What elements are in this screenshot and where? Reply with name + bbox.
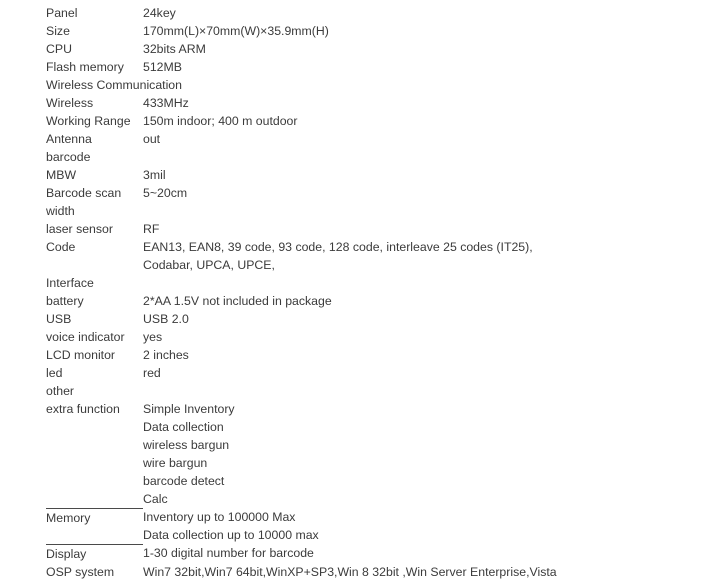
table-row: Antenna out	[46, 130, 726, 148]
table-row: laser sensor RF	[46, 220, 726, 238]
spec-label: OSP system	[46, 564, 115, 579]
table-row: voice indicator yes	[46, 328, 726, 346]
spec-label: Working Range	[46, 114, 131, 128]
spec-value: yes	[143, 330, 163, 344]
spec-value: 512MB	[143, 60, 182, 74]
extra-function-list: Simple Inventory Data collection wireles…	[143, 400, 726, 508]
spec-label: Size	[46, 24, 70, 38]
spec-label-extra-function: extra function	[46, 400, 143, 509]
spec-label-line-2: width	[46, 204, 75, 218]
spec-label: USB	[46, 312, 72, 326]
table-row: Panel 24key	[46, 4, 726, 22]
spec-value	[143, 274, 726, 292]
table-row: battery 2*AA 1.5V not included in packag…	[46, 292, 726, 310]
table-row: USB USB 2.0	[46, 310, 726, 328]
spec-value-line-1: EAN13, EAN8, 39 code, 93 code, 128 code,…	[143, 240, 533, 254]
spec-label: barcode	[46, 150, 91, 164]
spec-value	[143, 148, 726, 166]
spec-label: Antenna	[46, 132, 92, 146]
table-row-memory: Memory Inventory up to 100000 Max Data c…	[46, 508, 726, 545]
table-row: led red	[46, 364, 726, 382]
spec-label-line-1: Barcode scan	[46, 186, 122, 200]
spec-value: 1-30 digital number for barcode	[143, 546, 314, 560]
table-row: LCD monitor 2 inches	[46, 346, 726, 364]
table-row: Flash memory 512MB	[46, 58, 726, 76]
spec-label: Barcode scan width	[46, 184, 143, 220]
list-item: Calc	[143, 492, 168, 506]
specification-table: Panel 24key Size 170mm(L)×70mm(W)×35.9mm…	[46, 4, 726, 581]
spec-value: 3mil	[143, 168, 166, 182]
spec-label: Panel	[46, 6, 78, 20]
table-row-extra-function: extra function Simple Inventory Data col…	[46, 400, 726, 509]
list-item: Data collection up to 10000 max	[143, 528, 319, 542]
spec-value: EAN13, EAN8, 39 code, 93 code, 128 code,…	[143, 238, 726, 274]
spec-label: other	[46, 384, 75, 398]
spec-value: 32bits ARM	[143, 42, 206, 56]
spec-label-memory: Memory	[46, 508, 143, 545]
table-row-barcode-scan-width: Barcode scan width 5~20cm	[46, 184, 726, 220]
list-item: Inventory up to 100000 Max	[143, 510, 296, 524]
table-row: other	[46, 382, 726, 400]
spec-value: 2 inches	[143, 348, 189, 362]
spec-label: Code	[46, 240, 76, 254]
table-row: barcode	[46, 148, 726, 166]
spec-value: 5~20cm	[143, 186, 188, 200]
spec-value-memory: Inventory up to 100000 Max Data collecti…	[143, 508, 726, 544]
spec-label: MBW	[46, 168, 77, 182]
spec-label: voice indicator	[46, 330, 125, 344]
table-row: Size 170mm(L)×70mm(W)×35.9mm(H)	[46, 22, 726, 40]
spec-label: Wireless Communication	[46, 78, 182, 92]
spec-value-extra-function: Simple Inventory Data collection wireles…	[143, 400, 726, 508]
spec-value: 24key	[143, 6, 176, 20]
spec-value-line-2: Codabar, UPCA, UPCE,	[143, 258, 275, 272]
table-row-display: Display 1-30 digital number for barcode	[46, 544, 726, 563]
table-row: CPU 32bits ARM	[46, 40, 726, 58]
spec-value: 2*AA 1.5V not included in package	[143, 294, 332, 308]
spec-value	[143, 382, 726, 400]
spec-label: led	[46, 366, 63, 380]
spec-value: 170mm(L)×70mm(W)×35.9mm(H)	[143, 24, 329, 38]
spec-label: CPU	[46, 42, 72, 56]
table-row: Working Range 150m indoor; 400 m outdoor	[46, 112, 726, 130]
spec-label: laser sensor	[46, 222, 113, 236]
spec-label: battery	[46, 294, 84, 308]
spec-label: Wireless	[46, 96, 94, 110]
table-row-osp-system: OSP system Win7 32bit,Win7 64bit,WinXP+S…	[46, 563, 726, 581]
spec-value: RF	[143, 222, 160, 236]
memory-list: Inventory up to 100000 Max Data collecti…	[143, 508, 726, 544]
spec-label: Interface	[46, 276, 94, 290]
specification-sheet: Panel 24key Size 170mm(L)×70mm(W)×35.9mm…	[0, 0, 726, 579]
spec-label: Flash memory	[46, 60, 124, 74]
table-row-code: Code EAN13, EAN8, 39 code, 93 code, 128 …	[46, 238, 726, 274]
table-row: Interface	[46, 274, 726, 292]
specification-table-body: Panel 24key Size 170mm(L)×70mm(W)×35.9mm…	[46, 4, 726, 581]
list-item: wireless bargun	[143, 438, 230, 452]
spec-value: 150m indoor; 400 m outdoor	[143, 114, 298, 128]
spec-label: Display	[46, 546, 87, 561]
list-item: Data collection	[143, 420, 224, 434]
spec-value: red	[143, 366, 161, 380]
spec-value: out	[143, 132, 161, 146]
spec-value: Win7 32bit,Win7 64bit,WinXP+SP3,Win 8 32…	[143, 564, 557, 579]
spec-value: USB 2.0	[143, 312, 189, 326]
table-row: MBW 3mil	[46, 166, 726, 184]
list-item: Simple Inventory	[143, 402, 235, 416]
table-row: Wireless 433MHz	[46, 94, 726, 112]
spec-label: LCD monitor	[46, 348, 116, 362]
spec-value: 433MHz	[143, 96, 189, 110]
list-item: wire bargun	[143, 456, 208, 470]
table-row: Wireless Communication	[46, 76, 726, 94]
list-item: barcode detect	[143, 474, 225, 488]
